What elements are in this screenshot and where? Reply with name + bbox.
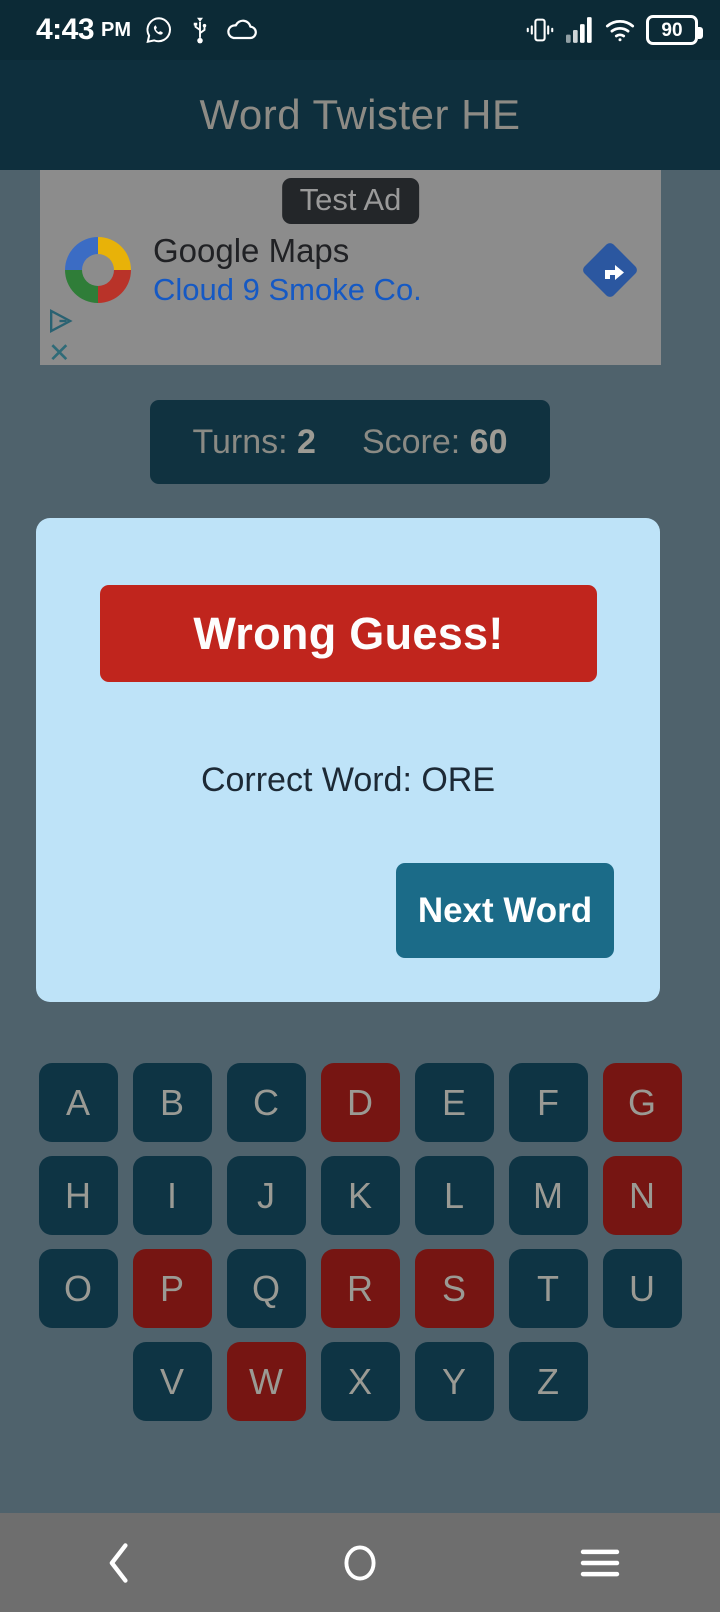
- score-label: Score:: [361, 422, 461, 461]
- signal-icon: [566, 17, 594, 43]
- keyboard-row: HIJKLMN: [0, 1156, 720, 1235]
- ad-headline: Cloud 9 Smoke Co.: [153, 271, 422, 307]
- menu-lines-icon[interactable]: [540, 1513, 660, 1612]
- key-z[interactable]: Z: [508, 1342, 588, 1421]
- score-bar: Turns: 2 Score: 60: [150, 400, 550, 484]
- key-s: S: [414, 1249, 494, 1328]
- app-bar: Word Twister HE: [0, 60, 720, 170]
- key-f[interactable]: F: [508, 1063, 588, 1142]
- key-y[interactable]: Y: [414, 1342, 494, 1421]
- ad-banner[interactable]: Test Ad Google Maps Cloud 9 Smoke Co. ✕: [40, 170, 661, 365]
- maps-navigation-diamond-icon: [579, 239, 641, 301]
- key-h[interactable]: H: [38, 1156, 118, 1235]
- google-ring-icon: [65, 236, 131, 303]
- status-bar: 4:43 PM 90: [0, 0, 720, 60]
- key-w: W: [226, 1342, 306, 1421]
- status-time: 4:43: [36, 13, 95, 46]
- key-q[interactable]: Q: [226, 1249, 306, 1328]
- correct-word-text: Correct Word: ORE: [200, 761, 496, 799]
- key-u[interactable]: U: [602, 1249, 682, 1328]
- score-value: 60: [469, 422, 508, 461]
- status-ampm: PM: [101, 19, 132, 41]
- ad-content: Google Maps Cloud 9 Smoke Co.: [65, 232, 641, 308]
- key-d: D: [320, 1063, 400, 1142]
- score-stat: Score: 60: [362, 423, 508, 462]
- key-m[interactable]: M: [508, 1156, 588, 1235]
- adchoices-icon[interactable]: [47, 308, 91, 339]
- vibrate-icon: [525, 17, 555, 43]
- system-nav-bar: [0, 1513, 720, 1612]
- keyboard-row: OPQRSTU: [0, 1249, 720, 1328]
- key-c[interactable]: C: [226, 1063, 306, 1142]
- turns-label: Turns:: [192, 422, 288, 461]
- key-i[interactable]: I: [132, 1156, 212, 1235]
- key-x[interactable]: X: [320, 1342, 400, 1421]
- ad-advertiser: Google Maps: [153, 232, 350, 269]
- status-badge: Wrong Guess!: [100, 585, 597, 682]
- key-r: R: [320, 1249, 400, 1328]
- back-chevron-icon[interactable]: [60, 1513, 180, 1612]
- result-banner-text: Wrong Guess!: [193, 607, 504, 659]
- key-b[interactable]: B: [132, 1063, 212, 1142]
- key-p: P: [132, 1249, 212, 1328]
- cloud-icon: [226, 18, 258, 42]
- letter-keyboard: ABCDEFG HIJKLMN OPQRSTU VWXYZ: [0, 1063, 720, 1435]
- key-l[interactable]: L: [414, 1156, 494, 1235]
- ad-text-block: Google Maps Cloud 9 Smoke Co.: [153, 232, 422, 308]
- phone-screen: 4:43 PM 90 Word Twister HE Test Ad Googl…: [0, 0, 720, 1612]
- key-o[interactable]: O: [38, 1249, 118, 1328]
- key-j[interactable]: J: [226, 1156, 306, 1235]
- home-circle-icon[interactable]: [300, 1513, 420, 1612]
- wifi-icon: [605, 18, 635, 42]
- key-n: N: [602, 1156, 682, 1235]
- status-bar-right: 90: [525, 15, 703, 45]
- key-g: G: [602, 1063, 682, 1142]
- key-v[interactable]: V: [132, 1342, 212, 1421]
- key-t[interactable]: T: [508, 1249, 588, 1328]
- next-word-button[interactable]: Next Word: [396, 863, 614, 958]
- key-e[interactable]: E: [414, 1063, 494, 1142]
- keyboard-row: VWXYZ: [0, 1342, 720, 1421]
- test-ad-label: Test Ad: [281, 178, 420, 224]
- key-k[interactable]: K: [320, 1156, 400, 1235]
- whatsapp-icon: [144, 15, 174, 45]
- page-title: Word Twister HE: [199, 91, 521, 138]
- keyboard-row: ABCDEFG: [0, 1063, 720, 1142]
- turns-value: 2: [297, 422, 316, 461]
- close-icon[interactable]: ✕: [48, 340, 71, 366]
- key-a[interactable]: A: [38, 1063, 118, 1142]
- turns-stat: Turns: 2: [192, 423, 315, 462]
- battery-percent: 90: [661, 19, 683, 41]
- battery-icon: 90: [646, 15, 703, 45]
- status-bar-left: 4:43 PM: [36, 15, 258, 45]
- usb-icon: [187, 15, 213, 45]
- result-dialog: Wrong Guess! Correct Word: ORE Next Word: [36, 518, 660, 1002]
